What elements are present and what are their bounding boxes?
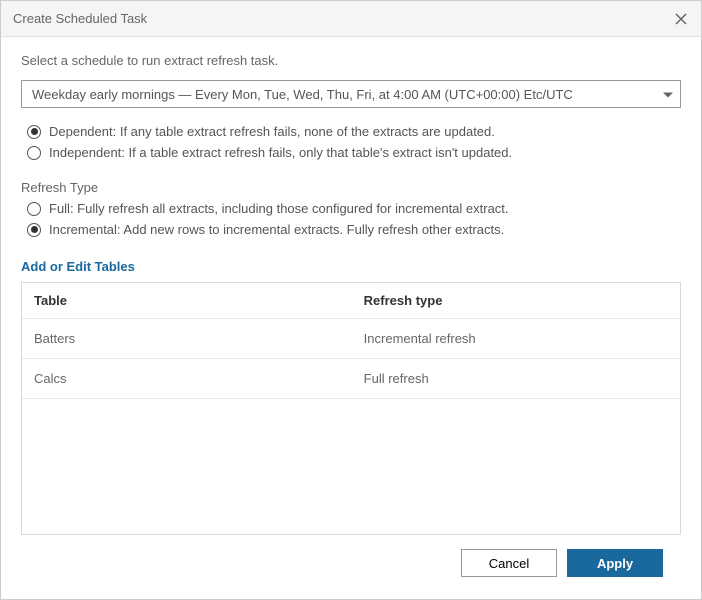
dialog-body: Select a schedule to run extract refresh…	[1, 37, 701, 599]
radio-label: Incremental: Add new rows to incremental…	[49, 222, 504, 237]
table-row[interactable]: Calcs Full refresh	[22, 359, 680, 399]
add-or-edit-tables-link[interactable]: Add or Edit Tables	[21, 259, 681, 274]
create-scheduled-task-dialog: Create Scheduled Task Select a schedule …	[0, 0, 702, 600]
dependency-option-independent[interactable]: Independent: If a table extract refresh …	[27, 145, 681, 160]
radio-icon	[27, 223, 41, 237]
radio-label: Independent: If a table extract refresh …	[49, 145, 512, 160]
table-cell-name: Calcs	[34, 371, 364, 386]
table-header-type: Refresh type	[364, 293, 668, 308]
table-cell-type: Full refresh	[364, 371, 668, 386]
radio-icon	[27, 125, 41, 139]
refresh-type-label: Refresh Type	[21, 180, 681, 195]
table-header-table: Table	[34, 293, 364, 308]
cancel-button[interactable]: Cancel	[461, 549, 557, 577]
schedule-select-wrap: Weekday early mornings — Every Mon, Tue,…	[21, 80, 681, 108]
refresh-type-option-incremental[interactable]: Incremental: Add new rows to incremental…	[27, 222, 681, 237]
tables-grid: Table Refresh type Batters Incremental r…	[21, 282, 681, 535]
dependency-option-dependent[interactable]: Dependent: If any table extract refresh …	[27, 124, 681, 139]
schedule-select[interactable]: Weekday early mornings — Every Mon, Tue,…	[21, 80, 681, 108]
table-header-row: Table Refresh type	[22, 283, 680, 319]
dialog-footer: Cancel Apply	[21, 535, 681, 591]
refresh-type-radio-group: Full: Fully refresh all extracts, includ…	[27, 201, 681, 243]
dialog-subtitle: Select a schedule to run extract refresh…	[21, 53, 681, 68]
radio-label: Dependent: If any table extract refresh …	[49, 124, 495, 139]
dialog-title: Create Scheduled Task	[13, 11, 147, 26]
radio-icon	[27, 146, 41, 160]
radio-label: Full: Fully refresh all extracts, includ…	[49, 201, 509, 216]
radio-icon	[27, 202, 41, 216]
apply-button[interactable]: Apply	[567, 549, 663, 577]
close-icon[interactable]	[673, 11, 689, 27]
dependency-radio-group: Dependent: If any table extract refresh …	[27, 124, 681, 166]
table-cell-type: Incremental refresh	[364, 331, 668, 346]
table-cell-name: Batters	[34, 331, 364, 346]
dialog-header: Create Scheduled Task	[1, 1, 701, 37]
table-row[interactable]: Batters Incremental refresh	[22, 319, 680, 359]
refresh-type-option-full[interactable]: Full: Fully refresh all extracts, includ…	[27, 201, 681, 216]
